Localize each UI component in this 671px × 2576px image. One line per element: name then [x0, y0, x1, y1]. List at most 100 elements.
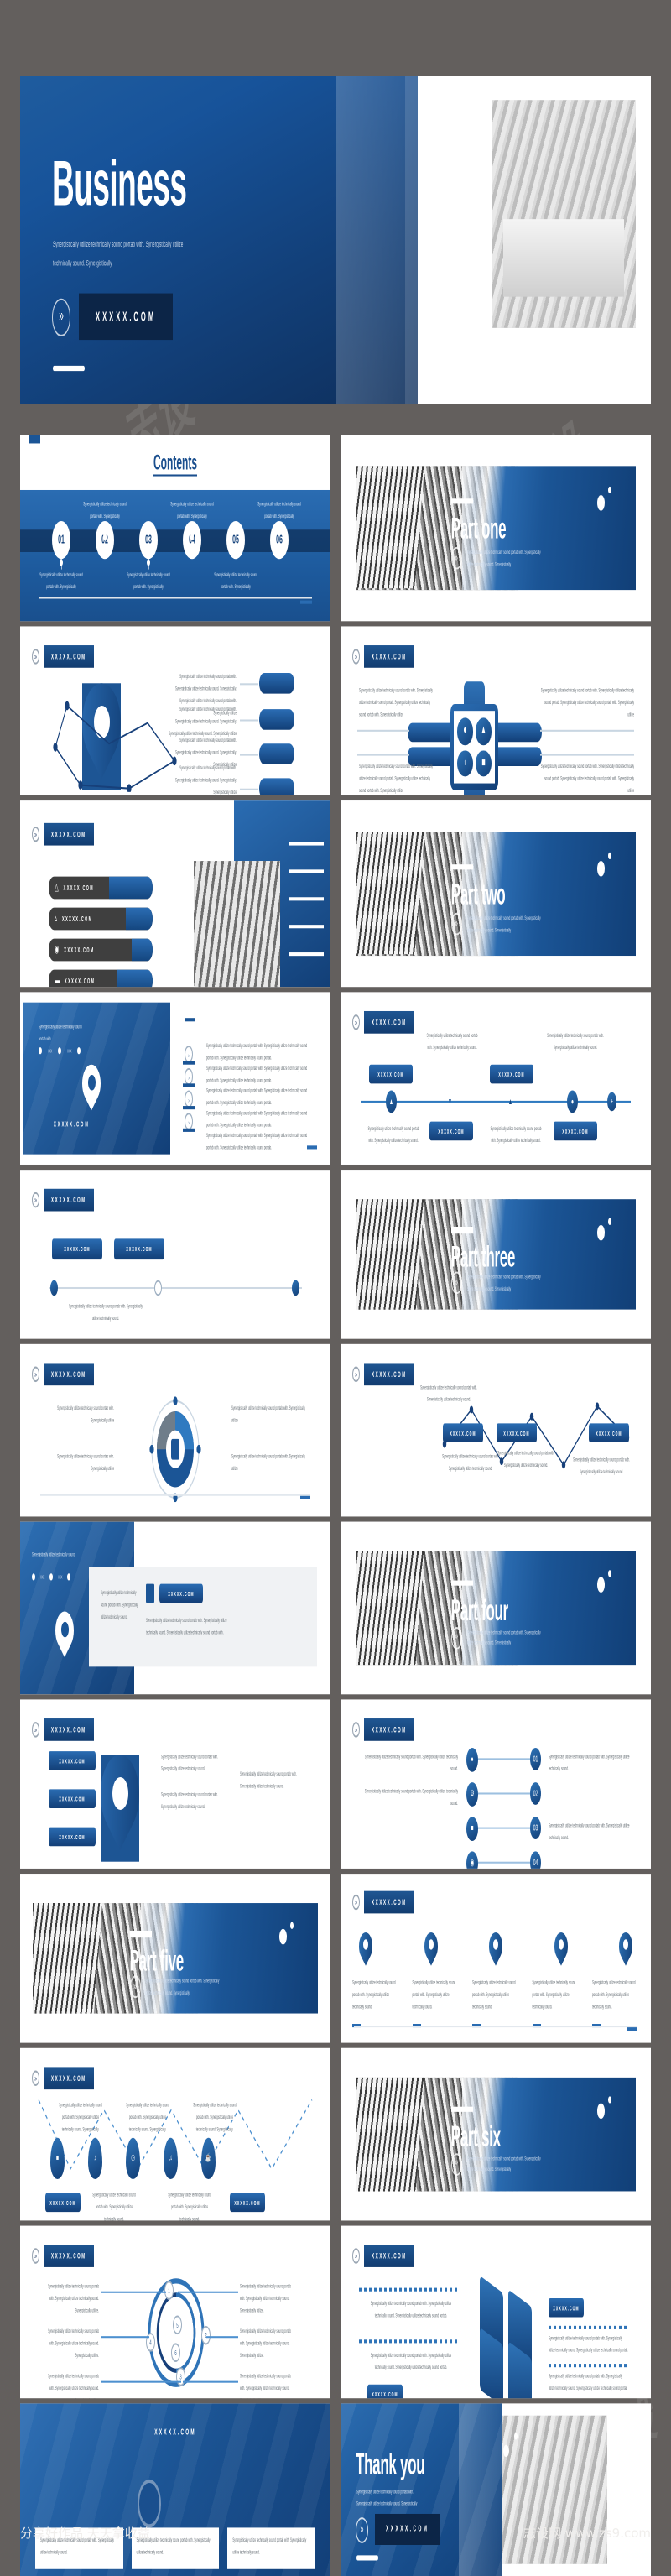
big-pin-chip[interactable]: XXXXX.COM	[49, 1751, 96, 1770]
brand-badge[interactable]: » XXXXX.COM	[32, 2245, 94, 2267]
map-pin-icon[interactable]	[486, 1927, 506, 1967]
brand-badge[interactable]: » XXXXX.COM	[32, 1718, 94, 1741]
pin-flow-cap[interactable]	[259, 672, 294, 694]
zigzag-chip[interactable]: XXXXX.COM	[443, 1423, 483, 1443]
brand-badge[interactable]: » XXXXX.COM	[352, 1890, 414, 1914]
brand-chip[interactable]: XXXXX.COM	[364, 2245, 414, 2267]
timeline-chip[interactable]: XXXXX.COM	[429, 1121, 473, 1141]
slide-timeline[interactable]: » XXXXX.COM XXXXX.COM XXXXX.COM XXXXX.CO…	[341, 992, 651, 1165]
slide-section-part-one[interactable]: Part one » Synergistically utilize techn…	[341, 435, 651, 622]
slide-iso-cards[interactable]: » XXXXX.COM Synergistically utilize tech…	[341, 2225, 651, 2399]
timeline-chip[interactable]: XXXXX.COM	[554, 1121, 597, 1141]
contents-number[interactable]: 03	[139, 520, 158, 560]
brand-chip[interactable]: XXXXX.COM	[364, 1010, 414, 1034]
brand-badge[interactable]: » XXXXX.COM	[352, 1010, 414, 1034]
brand-badge[interactable]: » XXXXX.COM	[352, 1718, 414, 1741]
node-number[interactable]: 03	[530, 1817, 541, 1839]
brand-chip[interactable]: XXXXX.COM	[44, 1188, 94, 1212]
pin-flow-cap[interactable]	[259, 743, 294, 764]
brand-badge[interactable]: » XXXXX.COM	[32, 645, 94, 668]
thank-you-cta[interactable]: » XXXXX.COM	[356, 2513, 440, 2545]
contents-number[interactable]: 06	[270, 520, 289, 560]
slide-section-part-four[interactable]: Part four » Synergistically utilize tech…	[341, 1521, 651, 1695]
split-bars-chip[interactable]: XXXXX.COM	[114, 1238, 164, 1260]
zigzag-chip[interactable]: XXXXX.COM	[497, 1423, 537, 1443]
zigzag-chip[interactable]: XXXXX.COM	[589, 1423, 629, 1443]
droplet-chip[interactable]: XXXXX.COM	[230, 2193, 265, 2213]
triangle-up-icon[interactable]: ▲	[507, 1094, 514, 1110]
progress-pill[interactable]: ◉ XXXXX.COM	[49, 938, 153, 962]
big-pin-chip[interactable]: XXXXX.COM	[49, 1789, 96, 1808]
brand-chip[interactable]: XXXXX.COM	[364, 1890, 414, 1914]
brand-chip[interactable]: XXXXX.COM	[44, 645, 94, 668]
brand-chip[interactable]: XXXXX.COM	[44, 1363, 94, 1386]
cup-icon[interactable]: ☕	[201, 2137, 216, 2180]
headphone-icon[interactable]: ♫	[164, 2137, 178, 2180]
brand-chip[interactable]: XXXXX.COM	[44, 2067, 94, 2090]
droplet-chip[interactable]: XXXXX.COM	[45, 2193, 81, 2213]
cart-icon[interactable]: ■	[50, 2137, 65, 2180]
brand-chip[interactable]: XXXXX.COM	[364, 1718, 414, 1741]
flow-node[interactable]: 2	[201, 2325, 211, 2345]
flow-node[interactable]: 1	[164, 2281, 174, 2300]
brand-chip[interactable]: XXXXX.COM	[44, 2245, 94, 2267]
pin-panel-chip[interactable]: XXXXX.COM	[159, 1583, 203, 1603]
brand-badge[interactable]: » XXXXX.COM	[32, 1363, 94, 1386]
brand-badge[interactable]: » XXXXX.COM	[352, 645, 414, 668]
slide-pin-panel[interactable]: Synergistically utilize technically soun…	[20, 1521, 330, 1695]
flow-node[interactable]: 6	[171, 2343, 180, 2363]
slide-droplets[interactable]: » XXXXX.COM ■ ♪ ◷ ♫ ☕ Synergistically ut…	[20, 2047, 330, 2221]
slide-thank-you[interactable]: Thank you Synergistically utilize techni…	[341, 2403, 651, 2576]
clock-icon[interactable]: ◷	[126, 2137, 140, 2180]
slide-section-part-six[interactable]: Part six » Synergistically utilize techn…	[341, 2047, 651, 2221]
slide-node-tree[interactable]: » XXXXX.COM ● ⚙ ■ ◉ 01 02 03 04 Synergis…	[341, 1699, 651, 1869]
timeline-chip[interactable]: XXXXX.COM	[369, 1064, 413, 1084]
map-pin-icon[interactable]: ●	[567, 1090, 578, 1113]
globe-icon[interactable]: ◉	[466, 1851, 478, 1869]
node-number[interactable]: 02	[530, 1782, 541, 1805]
brand-chip[interactable]: XXXXX.COM	[364, 1363, 414, 1386]
flow-node[interactable]: 5	[173, 2315, 182, 2335]
slide-section-part-three[interactable]: Part three » Synergistically utilize tec…	[341, 1170, 651, 1339]
progress-pill[interactable]: ▵ XXXXX.COM	[49, 907, 153, 931]
slide-pin-columns[interactable]: » XXXXX.COM Synergistically utilize tech…	[341, 1874, 651, 2043]
brand-badge[interactable]: » XXXXX.COM	[352, 1363, 414, 1386]
cover-cta[interactable]: » XXXXX.COM	[52, 293, 174, 341]
slide-smartwatch[interactable]: » XXXXX.COM ● ▲ ◑ ■ Synergistically util…	[341, 626, 651, 795]
slide-pin-list[interactable]: Synergistically utilize technically soun…	[20, 992, 330, 1165]
plus-icon[interactable]: +	[607, 1092, 616, 1112]
progress-pill[interactable]: ▬ XXXXX.COM	[49, 969, 153, 988]
brand-badge[interactable]: » XXXXX.COM	[32, 822, 94, 846]
slide-section-part-five[interactable]: Part five » Synergistically utilize tech…	[20, 1874, 330, 2043]
thank-you-url-chip[interactable]: XXXXX.COM	[375, 2513, 440, 2545]
big-pin-chip[interactable]: XXXXX.COM	[49, 1827, 96, 1847]
slide-split-bars[interactable]: » XXXXX.COM XXXXX.COM XXXXX.COM Synergis…	[20, 1170, 330, 1339]
map-pin-icon[interactable]	[421, 1927, 440, 1967]
slide-pin-flow[interactable]: » XXXXX.COM Synergistically utilize tech…	[20, 626, 330, 795]
slide-pill-rows[interactable]: » XXXXX.COM △ XXXXX.COM ▵ XXXXX.COM ◉ XX…	[20, 800, 330, 988]
timeline-chip[interactable]: XXXXX.COM	[490, 1064, 533, 1084]
gear-icon[interactable]: ⚙	[466, 1782, 478, 1807]
map-pin-icon[interactable]: ●	[466, 1747, 478, 1772]
slide-dial[interactable]: » XXXXX.COM Synergistically utilize tech…	[20, 1343, 330, 1517]
iso-side-chip[interactable]: XXXXX.COM	[549, 2297, 584, 2318]
brand-badge[interactable]: » XXXXX.COM	[32, 2067, 94, 2090]
cover-url-chip[interactable]: XXXXX.COM	[79, 293, 174, 341]
map-pin-icon[interactable]	[616, 1927, 636, 1967]
slide-blue-cards[interactable]: XXXXX.COM Synergistically utilize techni…	[20, 2403, 330, 2576]
split-bars-chip[interactable]: XXXXX.COM	[52, 1238, 102, 1260]
contents-number[interactable]: 01	[52, 520, 70, 560]
slide-section-part-two[interactable]: Part two » Synergistically utilize techn…	[341, 800, 651, 988]
brand-badge[interactable]: » XXXXX.COM	[32, 1188, 94, 1212]
slide-contents[interactable]: Contents 01 02 03 04 05 06 Synergistical…	[20, 435, 330, 622]
contents-number[interactable]: 05	[226, 520, 245, 560]
blue-card[interactable]: Synergistically utilize technically soun…	[227, 2527, 316, 2569]
music-note-icon[interactable]: ♪	[88, 2137, 102, 2180]
progress-pill[interactable]: △ XXXXX.COM	[49, 876, 153, 900]
brand-chip[interactable]: XXXXX.COM	[44, 1718, 94, 1741]
brand-chip[interactable]: XXXXX.COM	[44, 822, 94, 846]
pin-flow-cap[interactable]	[259, 709, 294, 730]
pin-flow-cap[interactable]	[259, 778, 294, 795]
map-pin-icon[interactable]	[551, 1927, 570, 1967]
slide-zigzag[interactable]: » XXXXX.COM XXXXX.COM XXXXX.COM XXXXX.CO…	[341, 1343, 651, 1517]
